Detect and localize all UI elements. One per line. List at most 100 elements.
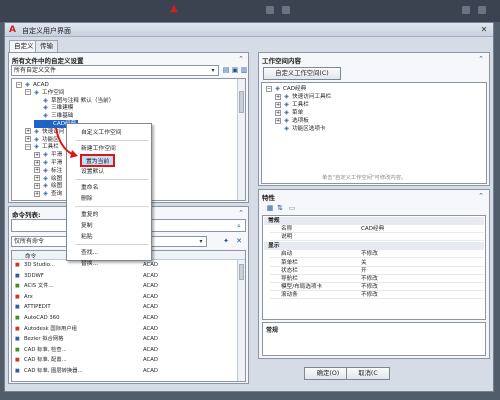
property-value[interactable]: 不修改 [361,251,378,258]
customize-workspace-button[interactable]: 自定义工作空间(C) [263,67,341,80]
chevron-down-icon[interactable]: ▾ [197,238,205,245]
expand-toggle-icon[interactable]: + [25,128,31,135]
delete-command-icon[interactable]: ✕ [235,237,243,245]
expand-toggle-icon[interactable]: + [34,159,40,166]
tree-item[interactable]: + ◈ 查询 [34,190,62,198]
property-value[interactable]: CAD经典 [361,226,384,233]
workspace-tree-item[interactable]: + ◈ 快速访问工具栏 [275,93,331,101]
command-table[interactable]: 命令 源 ■3D Studio...ACAD■3DDWFACAD■ACIS 文件… [11,250,246,382]
menu-item[interactable]: 重命名 [81,182,98,191]
property-row[interactable]: 滚动条 不修改 [270,292,484,300]
table-row[interactable]: ■ ACIS 文件... ACAD [15,283,243,290]
workspace-tree-item[interactable]: + ◈ 工具栏 [275,101,309,109]
expand-toggle-icon[interactable]: − [16,81,22,88]
expand-toggle-icon[interactable]: + [34,190,40,197]
search-icon[interactable]: ⌕ [235,222,243,230]
table-row[interactable]: ■ CAD 标准, 配置... ACAD [15,357,243,364]
scrollbar-thumb[interactable] [239,264,244,280]
workspace-tree-item[interactable]: ◈ 功能区选项卡 [275,125,325,133]
menu-item[interactable]: 替换... [81,258,98,267]
table-row[interactable]: ■ ATTIPEDIT ACAD [15,304,243,311]
menu-item[interactable]: 复制 [81,220,93,229]
load-partial-icon[interactable]: ▥ [240,66,248,74]
menu-item[interactable]: 设置默认 [81,166,104,175]
tree-item[interactable]: + ◈ 平滑 [34,159,62,167]
tree-item[interactable]: ◈ 三维建模 [34,104,73,112]
tree-item[interactable]: + ◈ 快速访问 [25,128,64,136]
sort-az-icon[interactable]: ⇅ [276,204,284,212]
menu-item[interactable]: 查找... [81,247,98,256]
chevron-down-icon[interactable]: ▾ [209,67,217,74]
property-value[interactable]: 关 [361,260,367,267]
workspace-tree[interactable]: − ◈ CAD经典 + ◈ 快速访问工具栏 + ◈ 工具栏 + ◈ 菜单 + ◈ 选项板 ◈ 功能区选项卡 单击… [261,82,487,184]
tree-item[interactable]: + ◈ 平滑 [34,151,62,159]
expand-toggle-icon[interactable]: + [275,117,281,124]
new-command-icon[interactable]: ✦ [222,237,230,245]
table-scrollbar[interactable] [237,260,245,381]
save-icon[interactable]: ▣ [231,66,239,74]
collapse-icon[interactable]: ⌃ [477,192,485,200]
menu-item[interactable]: 重复的 [81,209,98,218]
tree-item[interactable]: ◈ 草图与注释 默认（当前） [34,97,114,105]
titlebar[interactable]: A 自定义用户界面 ✕ [5,23,493,37]
expand-toggle-icon[interactable]: + [34,175,40,182]
workspace-tree-item[interactable]: + ◈ 菜单 [275,109,303,117]
expand-toggle-icon[interactable]: + [275,109,281,116]
tree-item[interactable]: + ◈ 绘图 [34,182,62,190]
tab-transfer[interactable]: 传输 [35,40,58,52]
column-header-command[interactable]: 命令 [25,252,36,260]
menu-item[interactable]: 自定义工作空间 [81,127,122,136]
table-row[interactable]: ■ 3DDWF ACAD [15,273,243,280]
property-pages-icon[interactable]: ▭ [288,204,296,212]
property-value[interactable]: 不修改 [361,284,378,291]
expand-toggle-icon[interactable]: − [266,85,272,92]
property-category[interactable]: 常规 [264,217,484,225]
expand-toggle-icon[interactable]: + [34,151,40,158]
tree-item[interactable]: − ◈ 工作空间 [25,89,64,97]
table-row[interactable]: ■ Arx ACAD [15,294,243,301]
table-row[interactable]: ■ AutoCAD 360 ACAD [15,315,243,322]
property-row[interactable]: 说明 [270,234,484,242]
expand-toggle-icon[interactable]: − [25,89,31,96]
tree-item[interactable]: + ◈ 标注 [34,167,62,175]
menu-item[interactable]: 删除 [81,193,93,202]
table-row[interactable]: ■ CAD 标准, 检查... ACAD [15,347,243,354]
property-row[interactable]: 菜单栏 关 [270,260,484,267]
tree-item[interactable]: + ◈ 绘图 [34,175,62,183]
property-category[interactable]: 显示 [264,242,484,251]
tree-item[interactable]: + ◈ 功能区 [25,136,59,144]
categorized-view-icon[interactable]: ▦ [266,204,274,212]
expand-toggle-icon[interactable]: − [25,143,31,150]
expand-toggle-icon[interactable]: + [275,101,281,108]
open-file-icon[interactable]: ▤ [222,66,230,74]
workspace-tree-item[interactable]: − ◈ CAD经典 [266,85,306,93]
tree-item[interactable]: − ◈ ACAD [16,81,49,89]
property-row[interactable]: 导航栏 不修改 [270,276,484,283]
close-icon[interactable]: ✕ [479,25,489,34]
table-row[interactable]: ■ Autodesk 国际用户组 ACAD [15,326,243,333]
property-row[interactable]: 名称 CAD经典 [270,226,484,233]
table-row[interactable]: ■ Bezier 拟合网格 ACAD [15,336,243,343]
property-row[interactable]: 启动 不修改 [270,251,484,259]
scrollbar-thumb[interactable] [239,91,244,113]
tree-item[interactable]: − ◈ 工具栏 [25,143,59,151]
property-row[interactable]: 状态栏 开 [270,268,484,275]
menu-item[interactable]: 新建工作空间 [81,143,116,152]
tree-item[interactable]: ◈ 三维基础 [34,112,73,120]
expand-toggle-icon[interactable]: + [275,93,281,100]
menu-item[interactable]: 粘贴 [81,231,93,240]
property-value[interactable]: 不修改 [361,292,378,299]
tree-scrollbar[interactable] [237,79,245,200]
property-value[interactable]: 开 [361,268,367,275]
customization-file-combo[interactable]: 所有自定义文件 ▾ [11,65,219,76]
ok-button[interactable]: 确定(O) [304,367,352,380]
property-row[interactable]: 模型/布局选项卡 不修改 [270,284,484,292]
workspace-tree-item[interactable]: + ◈ 选项板 [275,117,309,125]
property-value[interactable]: 不修改 [361,276,378,283]
collapse-icon[interactable]: ⌃ [237,209,245,217]
collapse-icon[interactable]: ⌃ [477,55,485,63]
table-row[interactable]: ■ 3D Studio... ACAD [15,262,243,269]
expand-toggle-icon[interactable]: + [34,182,40,189]
expand-toggle-icon[interactable]: + [34,167,40,174]
collapse-icon[interactable]: ⌃ [237,55,245,63]
